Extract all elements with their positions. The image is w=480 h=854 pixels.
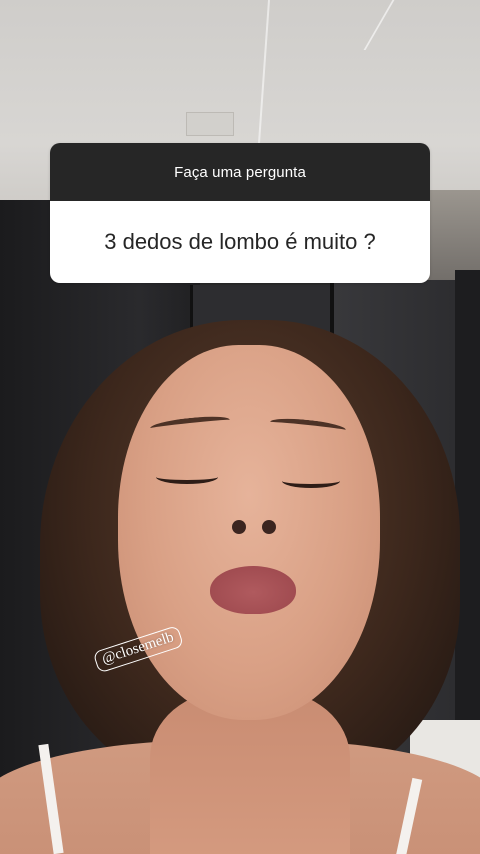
question-sticker-prompt: Faça uma pergunta (174, 163, 306, 181)
question-sticker-question: 3 dedos de lombo é muito ? (104, 229, 376, 254)
closed-eye-left (156, 470, 218, 484)
closed-eye-right (282, 474, 340, 488)
question-sticker-body: 3 dedos de lombo é muito ? (50, 201, 430, 283)
ceiling-vent (186, 112, 234, 136)
question-sticker-header: Faça uma pergunta (50, 143, 430, 201)
story-viewer[interactable]: @closemelb Faça uma pergunta 3 dedos de … (0, 0, 480, 854)
ceiling-corner (363, 0, 480, 50)
ceiling-light-line (256, 0, 270, 160)
nostril-right (262, 520, 276, 534)
question-sticker[interactable]: Faça uma pergunta 3 dedos de lombo é mui… (50, 143, 430, 283)
nose (228, 510, 280, 540)
lips (210, 566, 296, 614)
nostril-left (232, 520, 246, 534)
